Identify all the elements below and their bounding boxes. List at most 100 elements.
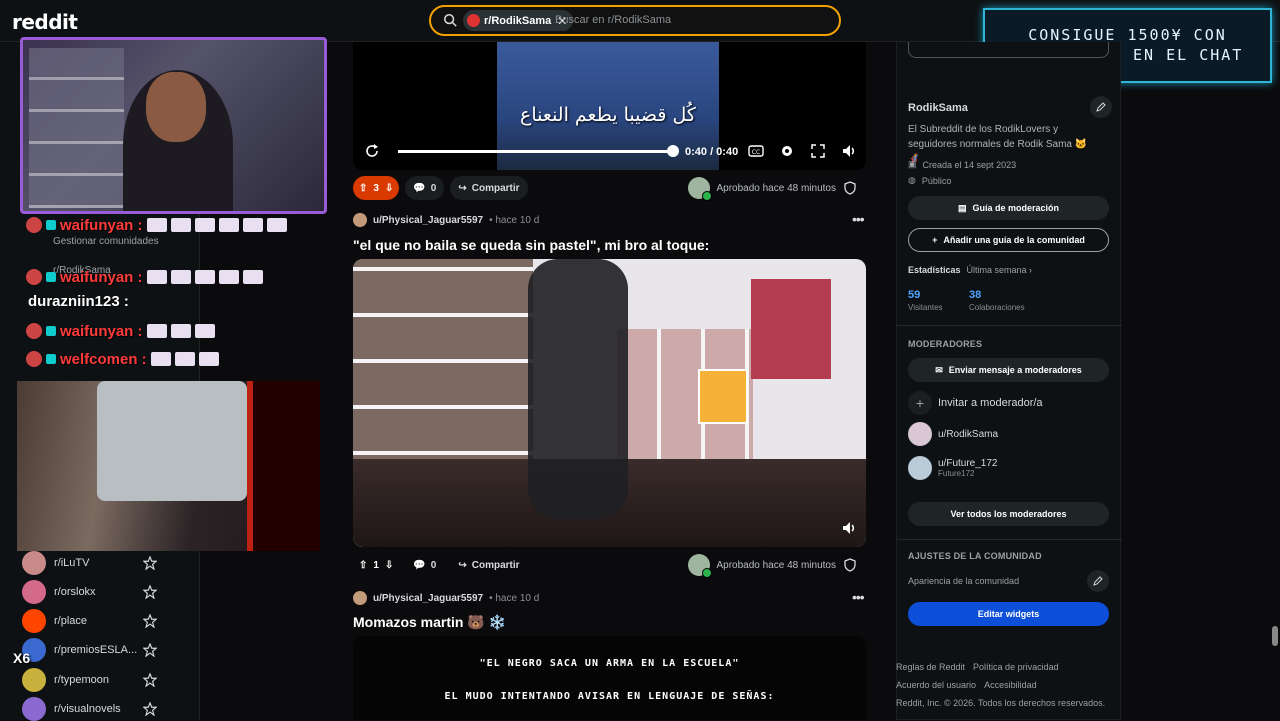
more-options-icon[interactable]: ••• [852, 589, 865, 605]
community-avatar [22, 609, 46, 633]
settings-gear-icon[interactable] [779, 143, 795, 159]
post-title[interactable]: "el que no baila se queda sin pastel", m… [353, 237, 709, 253]
vote-count: 1 [373, 559, 379, 571]
chat-message-text: durazniin123 : [28, 293, 129, 310]
community-avatar [22, 697, 46, 721]
edit-widgets-button[interactable]: Editar widgets [908, 602, 1109, 626]
star-icon[interactable] [143, 585, 157, 599]
search-bar[interactable]: r/RodikSama ✕ Buscar en r/RodikSama [429, 5, 841, 36]
user-avatar[interactable] [353, 213, 367, 227]
post-title[interactable]: Momazos martin 🐻 ❄️ [353, 614, 506, 631]
captions-icon[interactable]: CC [748, 143, 764, 159]
stat-visitors: 59 Visitantes [908, 289, 943, 312]
community-sidebar: RodikSama El Subreddit de los RodikLover… [896, 42, 1122, 720]
vote-count: 3 [373, 182, 379, 194]
video-caption: كُل قضيبا يطعم النعناع [520, 104, 696, 126]
replay-icon[interactable] [364, 143, 380, 159]
cake-icon: ▣ [908, 159, 917, 169]
post-action-row: ⇧ 3 ⇩ 💬 0 ↪ Compartir Aprobado hace 48 m… [353, 176, 866, 201]
fullscreen-icon[interactable] [810, 143, 826, 159]
stats-header[interactable]: Estadísticas Última semana › [908, 265, 1032, 275]
comments-button[interactable]: 💬 0 [405, 176, 445, 200]
chat-message: waifunyan : [26, 215, 287, 235]
upvote-icon[interactable]: ⇧ [359, 560, 367, 571]
edit-pencil-icon[interactable] [1090, 96, 1112, 118]
sidebar-item-community[interactable]: r/place [22, 609, 197, 633]
shield-icon[interactable] [844, 558, 856, 572]
sidebar-item-community[interactable]: r/typemoon [22, 668, 197, 692]
user-agreement-link[interactable]: Acuerdo del usuario [896, 680, 976, 690]
share-icon: ↪ [458, 559, 467, 571]
volume-icon[interactable] [841, 520, 857, 536]
chat-username: waifunyan : [60, 268, 143, 286]
sidebar-item-community[interactable]: r/orslokx [22, 580, 197, 604]
downvote-icon[interactable]: ⇩ [385, 560, 393, 571]
post-image[interactable] [353, 259, 866, 547]
message-mods-button[interactable]: ✉ Enviar mensaje a moderadores [908, 358, 1109, 382]
post-time: • hace 10 d [489, 214, 540, 226]
rules-link[interactable]: Reglas de Reddit [896, 662, 965, 672]
community-name: r/visualnovels [54, 703, 121, 715]
comments-button[interactable]: 💬 0 [405, 553, 444, 577]
moderator-avatar [908, 456, 932, 480]
star-icon[interactable] [143, 673, 157, 687]
community-avatar [22, 580, 46, 604]
sidebar-item-community[interactable]: r/iLuTV [22, 551, 197, 575]
edit-pencil-icon[interactable] [1087, 570, 1109, 592]
community-avatar [22, 551, 46, 575]
share-button[interactable]: ↪ Compartir [450, 553, 527, 577]
downvote-icon[interactable]: ⇩ [385, 183, 393, 194]
reddit-logo[interactable]: reddit [12, 10, 78, 34]
volume-icon[interactable] [841, 143, 857, 159]
moderator-item[interactable]: u/Future_172 Future172 [908, 456, 998, 480]
vote-control[interactable]: ⇧ 3 ⇩ [353, 176, 400, 200]
star-icon[interactable] [143, 556, 157, 570]
accessibility-link[interactable]: Accesibilidad [984, 680, 1037, 690]
privacy-link[interactable]: Política de privacidad [973, 662, 1059, 672]
meme-text-line-2: EL MUDO INTENTANDO AVISAR EN LENGUAJE DE… [444, 691, 775, 702]
footer-links-row-1: Reglas de Reddit Política de privacidad [896, 662, 1059, 672]
invite-mod-link[interactable]: + Invitar a moderador/a [908, 391, 1043, 415]
chat-username: waifunyan : [60, 216, 143, 234]
comment-icon: 💬 [413, 559, 426, 571]
secondary-camera [17, 381, 320, 551]
share-icon: ↪ [458, 182, 467, 194]
chat-message: welfcomen : [26, 349, 219, 369]
globe-icon: ◍ [908, 175, 916, 185]
star-icon[interactable] [143, 702, 157, 716]
post-author[interactable]: u/Physical_Jaguar5597 [373, 215, 483, 226]
comment-icon: 💬 [413, 182, 426, 194]
moderator-item[interactable]: u/RodikSama [908, 422, 998, 446]
community-name: r/typemoon [54, 674, 110, 686]
approval-text: Aprobado hace 48 minutos [716, 559, 836, 571]
share-button[interactable]: ↪ Compartir [450, 176, 528, 200]
add-guide-button[interactable]: + Añadir una guía de la comunidad [908, 228, 1109, 252]
upvote-icon[interactable]: ⇧ [359, 183, 367, 194]
copyright: Reddit, Inc. © 2026. Todos los derechos … [896, 698, 1106, 708]
manage-communities-link[interactable]: Gestionar comunidades [53, 236, 159, 247]
shield-icon[interactable] [844, 181, 856, 195]
user-avatar[interactable] [353, 591, 367, 605]
star-icon[interactable] [143, 614, 157, 628]
stream-badge: X6 [13, 650, 31, 666]
star-icon[interactable] [143, 643, 157, 657]
view-all-mods-button[interactable]: Ver todos los moderadores [908, 502, 1109, 526]
page-scrollbar[interactable] [1272, 626, 1278, 646]
comment-count: 0 [430, 182, 437, 194]
vote-control[interactable]: ⇧ 1 ⇩ [353, 553, 399, 577]
post-author[interactable]: u/Physical_Jaguar5597 [373, 593, 483, 604]
post-action-row: ⇧ 1 ⇩ 💬 0 ↪ Compartir Aprobado hace 48 m… [353, 553, 866, 578]
sidebar-item-community[interactable]: r/visualnovels [22, 697, 197, 721]
moderators-heading: MODERADORES [908, 339, 983, 349]
plus-icon: + [908, 391, 932, 415]
search-icon [443, 13, 457, 27]
search-placeholder[interactable]: Buscar en r/RodikSama [555, 14, 671, 26]
approval-text: Aprobado hace 48 minutos [716, 182, 836, 194]
mod-guide-button[interactable]: ▤ Guía de moderación [908, 196, 1109, 220]
meme-text-line-1: "EL NEGRO SACA UN ARMA EN LA ESCUELA" [479, 658, 740, 669]
video-scrub-handle[interactable] [667, 145, 679, 157]
post-image[interactable]: "EL NEGRO SACA UN ARMA EN LA ESCUELA" EL… [353, 636, 866, 720]
sidebar-item-community[interactable]: r/premiosESLA... [22, 638, 197, 662]
more-options-icon[interactable]: ••• [852, 211, 865, 227]
video-progress-bar[interactable] [398, 150, 673, 153]
